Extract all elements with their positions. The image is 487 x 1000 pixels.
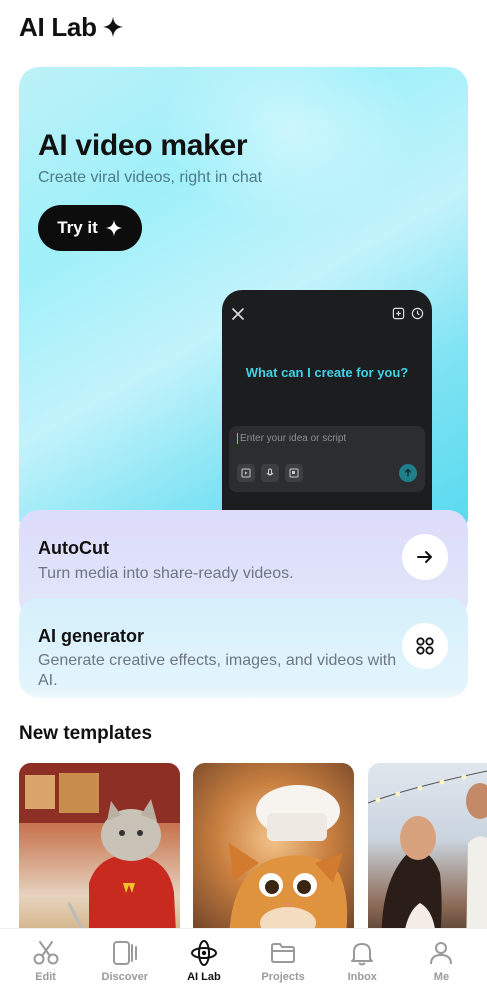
nav-label: Inbox [347,971,377,983]
nav-label: Edit [35,971,56,983]
bottom-navigation: Edit Discover AI Lab Projects Inbox Me [0,928,487,1000]
folder-icon [271,943,296,963]
ai-generator-title: AI generator [38,626,145,646]
media-tool-icon [237,464,255,482]
sparkle-icon [105,219,123,237]
templates-section-title: New templates [19,723,153,744]
nav-inbox[interactable]: Inbox [323,929,402,1000]
preview-input-placeholder: Enter your idea or script [237,433,346,444]
autocut-title: AutoCut [38,538,109,558]
hero-subtitle: Create viral videos, right in chat [38,169,263,186]
preview-tools [237,464,303,482]
nav-label: Projects [261,971,305,983]
autocut-description: Turn media into share-ready videos. [38,565,294,582]
nav-me[interactable]: Me [402,929,481,1000]
template-thumbnail[interactable] [368,763,487,953]
page-header: AI Lab [19,12,124,42]
nav-edit[interactable]: Edit [6,929,85,1000]
sparkle-icon [102,16,123,38]
discover-icon [112,941,137,965]
nav-ai-lab[interactable]: AI Lab [164,929,243,1000]
nav-label: AI Lab [187,971,221,983]
nav-projects[interactable]: Projects [244,929,323,1000]
bell-icon [351,943,374,966]
nav-label: Me [433,971,450,983]
ai-video-maker-card[interactable]: AI video maker Create viral videos, righ… [19,67,468,537]
nav-discover[interactable]: Discover [85,929,164,1000]
try-it-label: Try it [57,218,98,237]
hero-title: AI video maker [38,129,248,162]
new-chat-icon [392,307,405,320]
template-thumbnail[interactable] [193,763,354,953]
history-icon [411,307,424,320]
page-title: AI Lab [19,11,97,42]
ai-generator-open-button[interactable] [402,623,448,669]
scissors-icon [33,941,59,965]
try-it-button[interactable]: Try it [38,205,142,251]
person-icon [430,942,453,965]
ratio-tool-icon [285,464,303,482]
grid-icon [416,637,434,655]
preview-prompt-title: What can I create for you? [245,365,409,380]
preview-input-box: Enter your idea or script [229,426,425,492]
send-icon [399,464,417,482]
close-icon [232,308,244,320]
autocut-open-button[interactable] [402,534,448,580]
ai-generator-card[interactable]: AI generator Generate creative effects, … [19,598,468,698]
nav-label: Discover [101,971,148,983]
chat-preview-phone: What can I create for you? Enter your id… [222,290,432,537]
template-thumbnail[interactable] [19,763,180,953]
preview-top-icons [392,307,424,320]
voice-tool-icon [261,464,279,482]
arrow-right-icon [417,551,432,563]
ai-generator-description: Generate creative effects, images, and v… [38,652,397,689]
ai-lab-icon [190,940,217,966]
scroll-fade [0,688,487,710]
